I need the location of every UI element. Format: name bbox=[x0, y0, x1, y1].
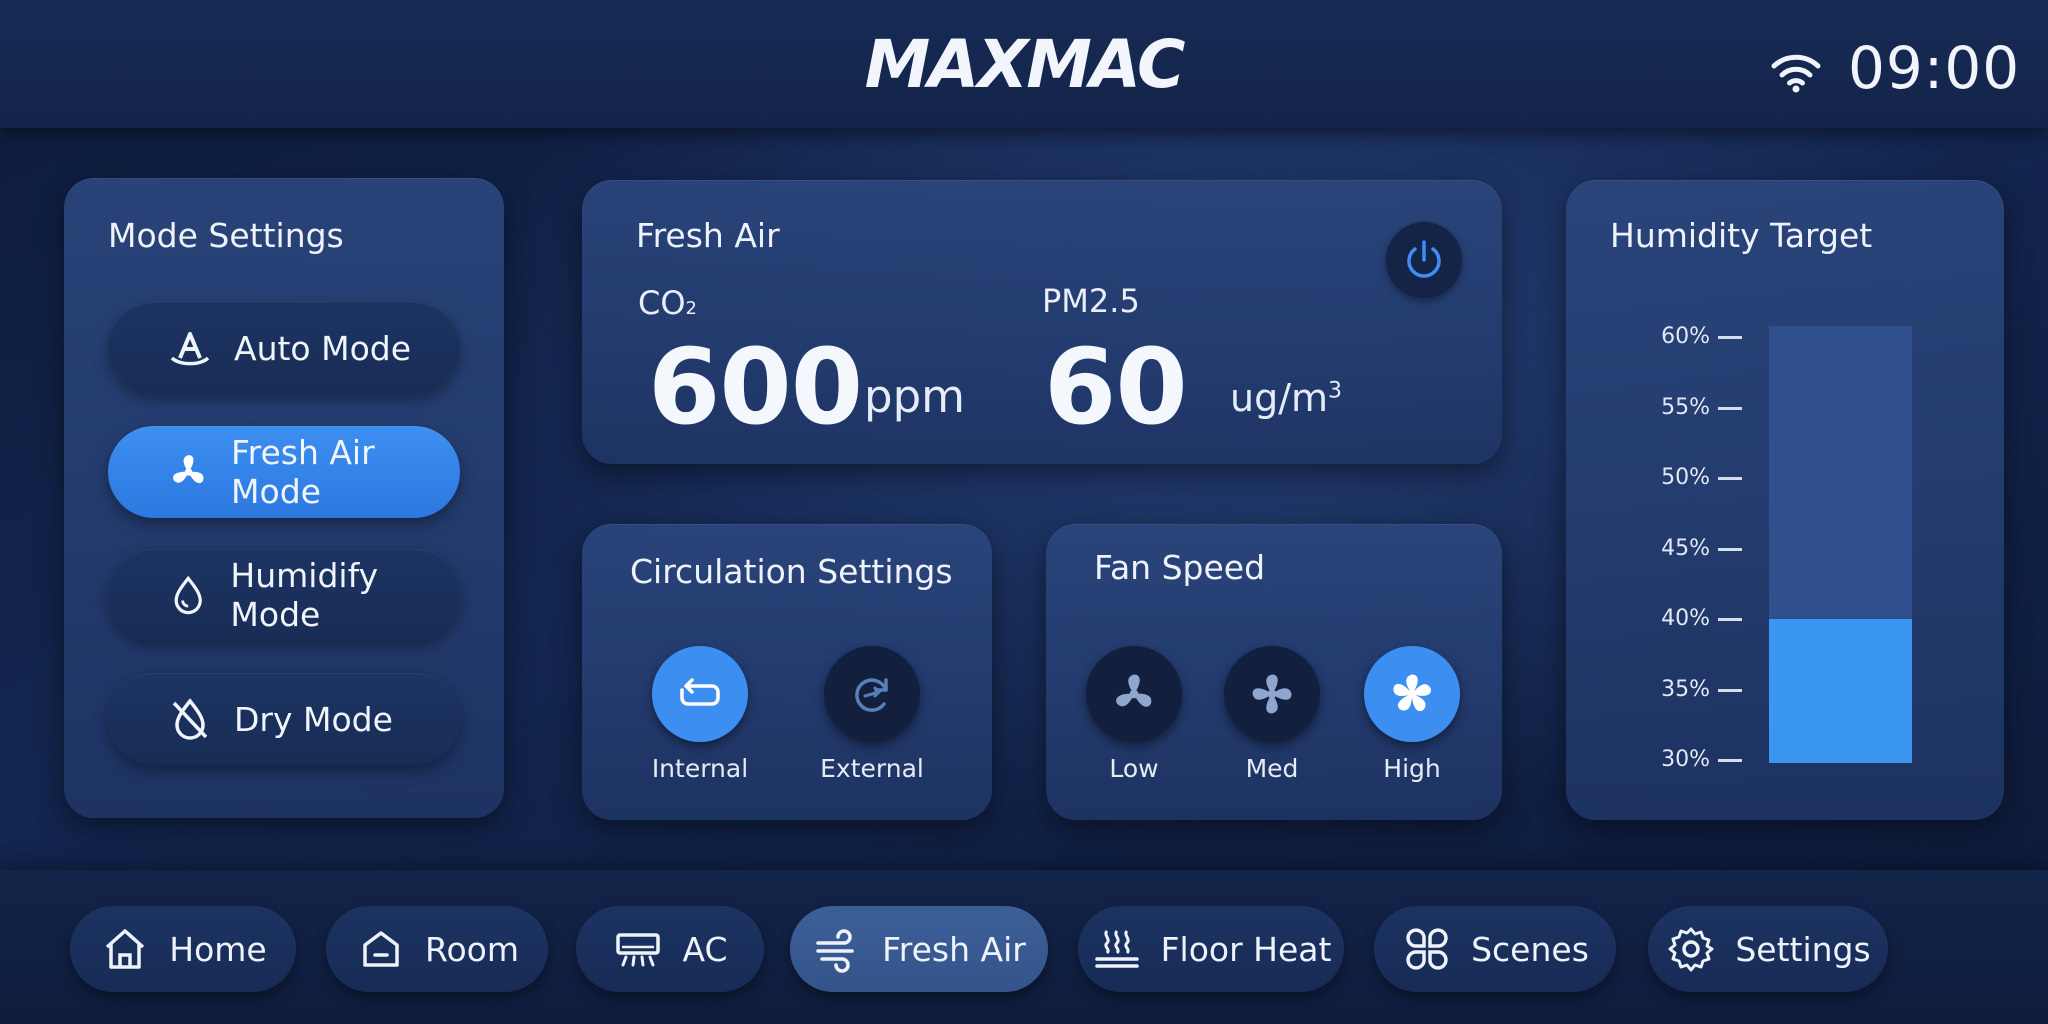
nav-label: Scenes bbox=[1471, 929, 1589, 969]
dry-mode-button[interactable]: Dry Mode bbox=[108, 673, 460, 765]
fan-low-label: Low bbox=[1109, 754, 1159, 783]
nav-settings[interactable]: Settings bbox=[1648, 906, 1888, 992]
nav-room[interactable]: Room bbox=[326, 906, 548, 992]
room-icon bbox=[363, 931, 399, 967]
fan-icon bbox=[1116, 674, 1152, 707]
nav-label: Room bbox=[425, 929, 519, 969]
humidity-slider[interactable] bbox=[1769, 326, 1912, 763]
internal-label: Internal bbox=[651, 754, 749, 783]
nav-fresh-air[interactable]: Fresh Air bbox=[790, 906, 1048, 992]
humidity-tick-mark bbox=[1718, 336, 1742, 339]
co2-unit: ppm bbox=[864, 370, 965, 423]
gear-icon bbox=[1668, 927, 1714, 972]
humidity-tick-mark bbox=[1718, 759, 1742, 762]
nav-ac[interactable]: AC bbox=[576, 906, 764, 992]
fan-med-label: Med bbox=[1245, 754, 1299, 783]
circulation-panel: Circulation Settings Internal External bbox=[582, 524, 992, 820]
panel-title: Humidity Target bbox=[1610, 216, 1873, 255]
fan-low-button[interactable] bbox=[1086, 646, 1182, 742]
auto-mode-button[interactable]: Auto Mode bbox=[108, 302, 460, 394]
mode-label: Fresh Air Mode bbox=[231, 433, 375, 511]
nav-label: Home bbox=[169, 929, 267, 969]
humidity-tick-label: 50% bbox=[1661, 465, 1710, 490]
humidity-tick-label: 30% bbox=[1661, 747, 1710, 772]
internal-circulation-icon bbox=[680, 678, 720, 706]
nav-label: Settings bbox=[1735, 929, 1871, 969]
pm25-value: 60 bbox=[1044, 326, 1188, 448]
nav-label: Floor Heat bbox=[1160, 929, 1332, 969]
humidity-tick-mark bbox=[1718, 547, 1742, 551]
mode-label: Auto Mode bbox=[234, 328, 412, 368]
humidity-tick-label: 55% bbox=[1661, 394, 1710, 420]
fan-high-label: High bbox=[1383, 754, 1441, 783]
mode-label: Humidify Mode bbox=[230, 556, 379, 634]
humidity-level-fill bbox=[1769, 619, 1912, 763]
nav-home[interactable]: Home bbox=[70, 906, 296, 992]
wind-icon bbox=[816, 929, 854, 973]
external-label: External bbox=[820, 754, 924, 783]
power-button[interactable] bbox=[1386, 222, 1462, 298]
fresh-air-panel: Fresh Air CO2 600 ppm PM2.5 60 ug/m3 bbox=[582, 180, 1502, 464]
panel-title: Circulation Settings bbox=[630, 552, 953, 591]
panel-title: Fan Speed bbox=[1094, 548, 1266, 587]
humidity-tick-mark bbox=[1718, 688, 1742, 692]
humidity-tick-mark bbox=[1718, 406, 1742, 410]
external-circulation-icon bbox=[855, 678, 888, 712]
clock: 09:00 bbox=[1848, 34, 2021, 102]
nav-label: Fresh Air bbox=[882, 929, 1026, 969]
humidify-mode-button[interactable]: Humidify Mode bbox=[108, 549, 460, 641]
fan-icon bbox=[1252, 674, 1292, 714]
pm25-label: PM2.5 bbox=[1042, 282, 1140, 320]
fan-med-button[interactable] bbox=[1224, 646, 1320, 742]
panel-title: Mode Settings bbox=[108, 216, 344, 255]
fan-high-button[interactable] bbox=[1364, 646, 1460, 742]
humidity-tick-label: 40% bbox=[1661, 606, 1710, 631]
home-icon bbox=[106, 929, 145, 969]
humidity-tick-label: 45% bbox=[1661, 535, 1710, 561]
fan-icon bbox=[173, 455, 204, 484]
humidity-tick-label: 35% bbox=[1661, 676, 1710, 702]
nav-label: AC bbox=[682, 929, 728, 969]
nav-floor-heat[interactable]: Floor Heat bbox=[1078, 906, 1344, 992]
humidity-tick-mark bbox=[1718, 618, 1742, 621]
power-icon bbox=[1407, 240, 1441, 278]
pm25-unit: ug/m3 bbox=[1230, 376, 1343, 420]
fan-speed-panel: Fan Speed Low Med High bbox=[1046, 524, 1502, 820]
no-drop-icon bbox=[172, 698, 208, 740]
brand-logo: MAXMAC bbox=[864, 26, 1186, 103]
mode-label: Dry Mode bbox=[234, 699, 393, 739]
top-bar: MAXMAC 09:00 bbox=[0, 0, 2048, 128]
humidity-tick-mark bbox=[1718, 477, 1742, 480]
nav-scenes[interactable]: Scenes bbox=[1374, 906, 1616, 992]
water-drop-icon bbox=[174, 575, 202, 615]
fan-icon bbox=[1393, 674, 1431, 712]
co2-value: 600 bbox=[648, 326, 863, 448]
scenes-icon bbox=[1406, 928, 1448, 970]
fresh-air-mode-button[interactable]: Fresh Air Mode bbox=[108, 426, 460, 518]
internal-circulation-button[interactable] bbox=[652, 646, 748, 742]
ac-icon bbox=[616, 933, 661, 967]
floor-heat-icon bbox=[1094, 929, 1139, 968]
humidity-tick-label: 60% bbox=[1661, 324, 1710, 349]
co2-label: CO2 bbox=[638, 284, 697, 322]
external-circulation-button[interactable] bbox=[824, 646, 920, 742]
auto-mode-icon bbox=[170, 332, 210, 366]
panel-title: Fresh Air bbox=[636, 216, 780, 255]
wifi-icon bbox=[1771, 54, 1821, 93]
